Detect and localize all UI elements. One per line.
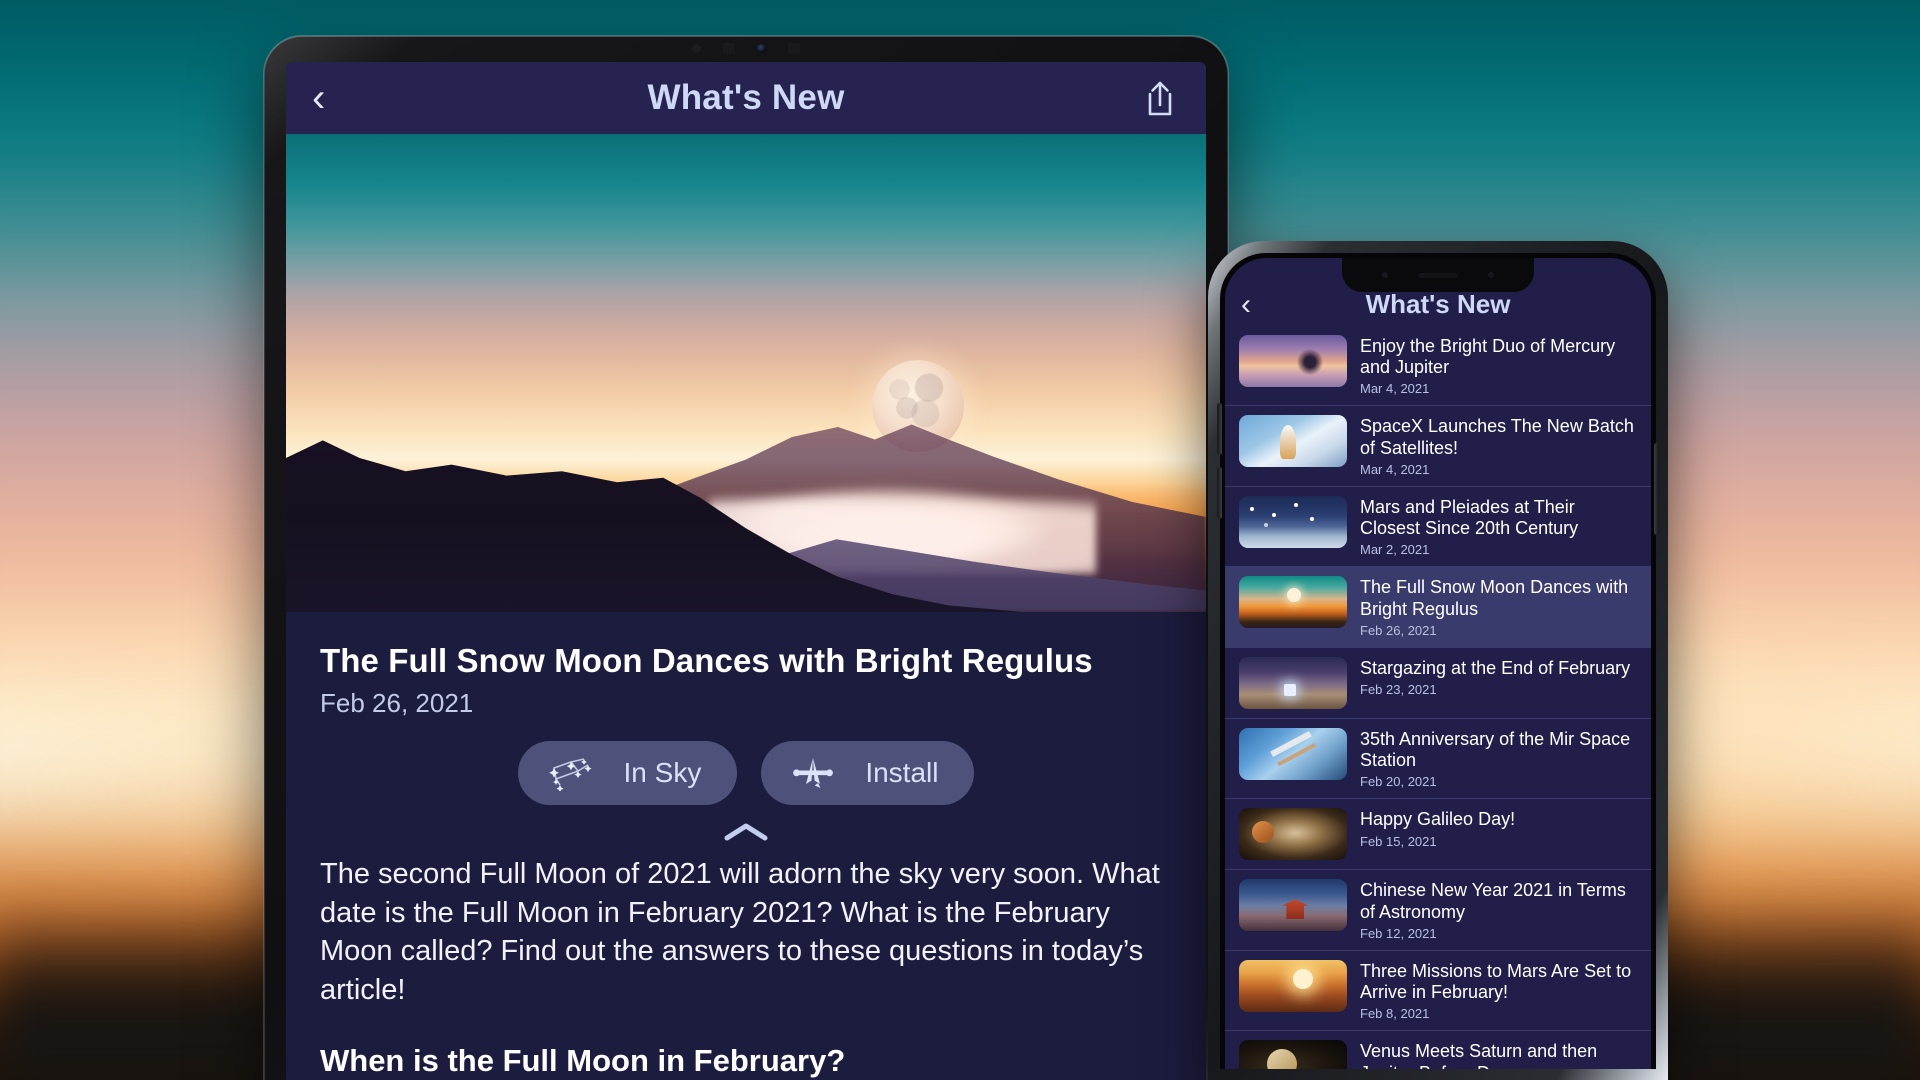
install-button[interactable]: Install	[761, 741, 975, 805]
news-text-block: Mars and Pleiades at Their Closest Since…	[1360, 496, 1639, 557]
news-list-item[interactable]: The Full Snow Moon Dances with Bright Re…	[1225, 567, 1651, 648]
news-text-block: The Full Snow Moon Dances with Bright Re…	[1360, 576, 1639, 637]
chevron-up-icon	[724, 823, 768, 841]
news-thumbnail	[1239, 495, 1347, 548]
page-title: What's New	[647, 78, 845, 117]
news-text-block: 35th Anniversary of the Mir Space Statio…	[1360, 728, 1639, 789]
news-date: Feb 23, 2021	[1360, 682, 1437, 698]
article-date: Feb 26, 2021	[320, 688, 474, 718]
news-title: The Full Snow Moon Dances with Bright Re…	[1360, 577, 1629, 619]
news-date: Feb 20, 2021	[1360, 774, 1437, 790]
install-label: Install	[865, 757, 939, 788]
phone-earpiece-icon	[1418, 272, 1458, 278]
app-store-icon	[793, 758, 834, 788]
tablet-camera-row	[264, 43, 1228, 54]
phone-back-button[interactable]: ‹	[1241, 290, 1271, 320]
news-text-block: Stargazing at the End of February Feb 23,…	[1360, 657, 1639, 697]
news-thumbnail	[1239, 576, 1347, 629]
news-title: Enjoy the Bright Duo of Mercury and Jupi…	[1360, 336, 1616, 378]
back-button[interactable]: ‹	[312, 78, 352, 118]
article-action-buttons: In Sky Install	[320, 741, 1172, 805]
news-title: Venus Meets Saturn and then Jupiter Befo…	[1360, 1041, 1598, 1069]
tablet-sensor-icon	[692, 44, 701, 53]
constellation-icon	[548, 758, 592, 791]
article-header: The Full Snow Moon Dances with Bright Re…	[286, 612, 1206, 843]
news-text-block: Venus Meets Saturn and then Jupiter Befo…	[1360, 1040, 1639, 1069]
news-list-item[interactable]: Happy Galileo Day! Feb 15, 2021	[1225, 799, 1651, 871]
news-title: Mars and Pleiades at Their Closest Since…	[1360, 496, 1579, 539]
phone-power-button[interactable]	[1654, 443, 1659, 535]
news-title: Happy Galileo Day!	[1360, 809, 1516, 830]
news-date: Mar 4, 2021	[1360, 381, 1430, 397]
phone-bezel: ‹ What's New Enjoy the Bright Duo of Mer…	[1217, 253, 1659, 1069]
phone-volume-down-button[interactable]	[1217, 467, 1222, 519]
phone-screen: ‹ What's New Enjoy the Bright Duo of Mer…	[1225, 258, 1651, 1069]
phone-volume-up-button[interactable]	[1217, 403, 1222, 455]
news-list-item[interactable]: Mars and Pleiades at Their Closest Since…	[1225, 487, 1651, 568]
tablet-front-camera-icon	[757, 44, 766, 53]
news-text-block: Happy Galileo Day! Feb 15, 2021	[1360, 808, 1639, 848]
tablet-sensor3-icon	[788, 43, 800, 54]
article-hero-image	[286, 134, 1206, 612]
article-body: The second Full Moon of 2021 will adorn …	[286, 855, 1206, 1079]
news-date: Feb 8, 2021	[1360, 1006, 1430, 1022]
news-thumbnail	[1239, 335, 1347, 387]
article-section-heading: When is the Full Moon in February?	[320, 1043, 846, 1079]
news-list-item[interactable]: 35th Anniversary of the Mir Space Statio…	[1225, 719, 1651, 800]
phone-page-title: What's New	[1365, 289, 1511, 319]
phone-device: ‹ What's New Enjoy the Bright Duo of Mer…	[1208, 241, 1668, 1080]
share-button[interactable]	[1140, 76, 1180, 120]
news-thumbnail	[1239, 879, 1347, 932]
news-title: Stargazing at the End of February	[1360, 657, 1631, 678]
phone-notch	[1342, 258, 1534, 292]
news-thumbnail	[1239, 959, 1347, 1012]
news-thumbnail	[1239, 808, 1347, 861]
tablet-sensor2-icon	[723, 43, 735, 54]
news-thumbnail	[1239, 1040, 1347, 1069]
news-title: 35th Anniversary of the Mir Space Statio…	[1360, 728, 1631, 771]
news-thumbnail	[1239, 415, 1347, 468]
news-list-item[interactable]: Stargazing at the End of February Feb 23,…	[1225, 648, 1651, 719]
news-title: Chinese New Year 2021 in Terms of Astron…	[1360, 880, 1626, 922]
article-title: The Full Snow Moon Dances with Bright Re…	[320, 642, 1093, 679]
share-icon	[1148, 81, 1172, 116]
news-list-item[interactable]: Venus Meets Saturn and then Jupiter Befo…	[1225, 1031, 1651, 1069]
news-title: SpaceX Launches The New Batch of Satelli…	[1360, 416, 1634, 458]
news-text-block: Three Missions to Mars Are Set to Arrive…	[1360, 960, 1639, 1021]
news-thumbnail	[1239, 727, 1347, 780]
collapse-button[interactable]	[320, 821, 1172, 843]
news-text-block: SpaceX Launches The New Batch of Satelli…	[1360, 415, 1639, 476]
news-list: Enjoy the Bright Duo of Mercury and Jupi…	[1225, 326, 1651, 1069]
news-text-block: Enjoy the Bright Duo of Mercury and Jupi…	[1360, 335, 1639, 396]
in-sky-button[interactable]: In Sky	[517, 741, 738, 805]
news-list-item[interactable]: Enjoy the Bright Duo of Mercury and Jupi…	[1225, 326, 1651, 407]
news-list-item[interactable]: SpaceX Launches The New Batch of Satelli…	[1225, 406, 1651, 487]
phone-front-camera-icon	[1382, 272, 1388, 278]
news-date: Feb 12, 2021	[1360, 925, 1437, 941]
news-text-block: Chinese New Year 2021 in Terms of Astron…	[1360, 879, 1639, 940]
tablet-screen: ‹ What's New The Full Snow Moon Dances w…	[286, 62, 1206, 1080]
in-sky-label: In Sky	[623, 757, 702, 788]
tablet-navbar: ‹ What's New	[286, 62, 1206, 134]
news-title: Three Missions to Mars Are Set to Arrive…	[1360, 960, 1632, 1003]
news-list-item[interactable]: Three Missions to Mars Are Set to Arrive…	[1225, 951, 1651, 1032]
tablet-device: ‹ What's New The Full Snow Moon Dances w…	[264, 36, 1228, 1080]
news-date: Feb 26, 2021	[1360, 622, 1437, 638]
news-list-item[interactable]: Chinese New Year 2021 in Terms of Astron…	[1225, 870, 1651, 951]
news-date: Feb 15, 2021	[1360, 833, 1437, 849]
news-thumbnail	[1239, 656, 1347, 709]
news-date: Mar 4, 2021	[1360, 461, 1430, 477]
news-date: Mar 2, 2021	[1360, 542, 1430, 558]
article-paragraph: The second Full Moon of 2021 will adorn …	[320, 858, 1160, 1006]
phone-sensor-icon	[1488, 272, 1494, 278]
